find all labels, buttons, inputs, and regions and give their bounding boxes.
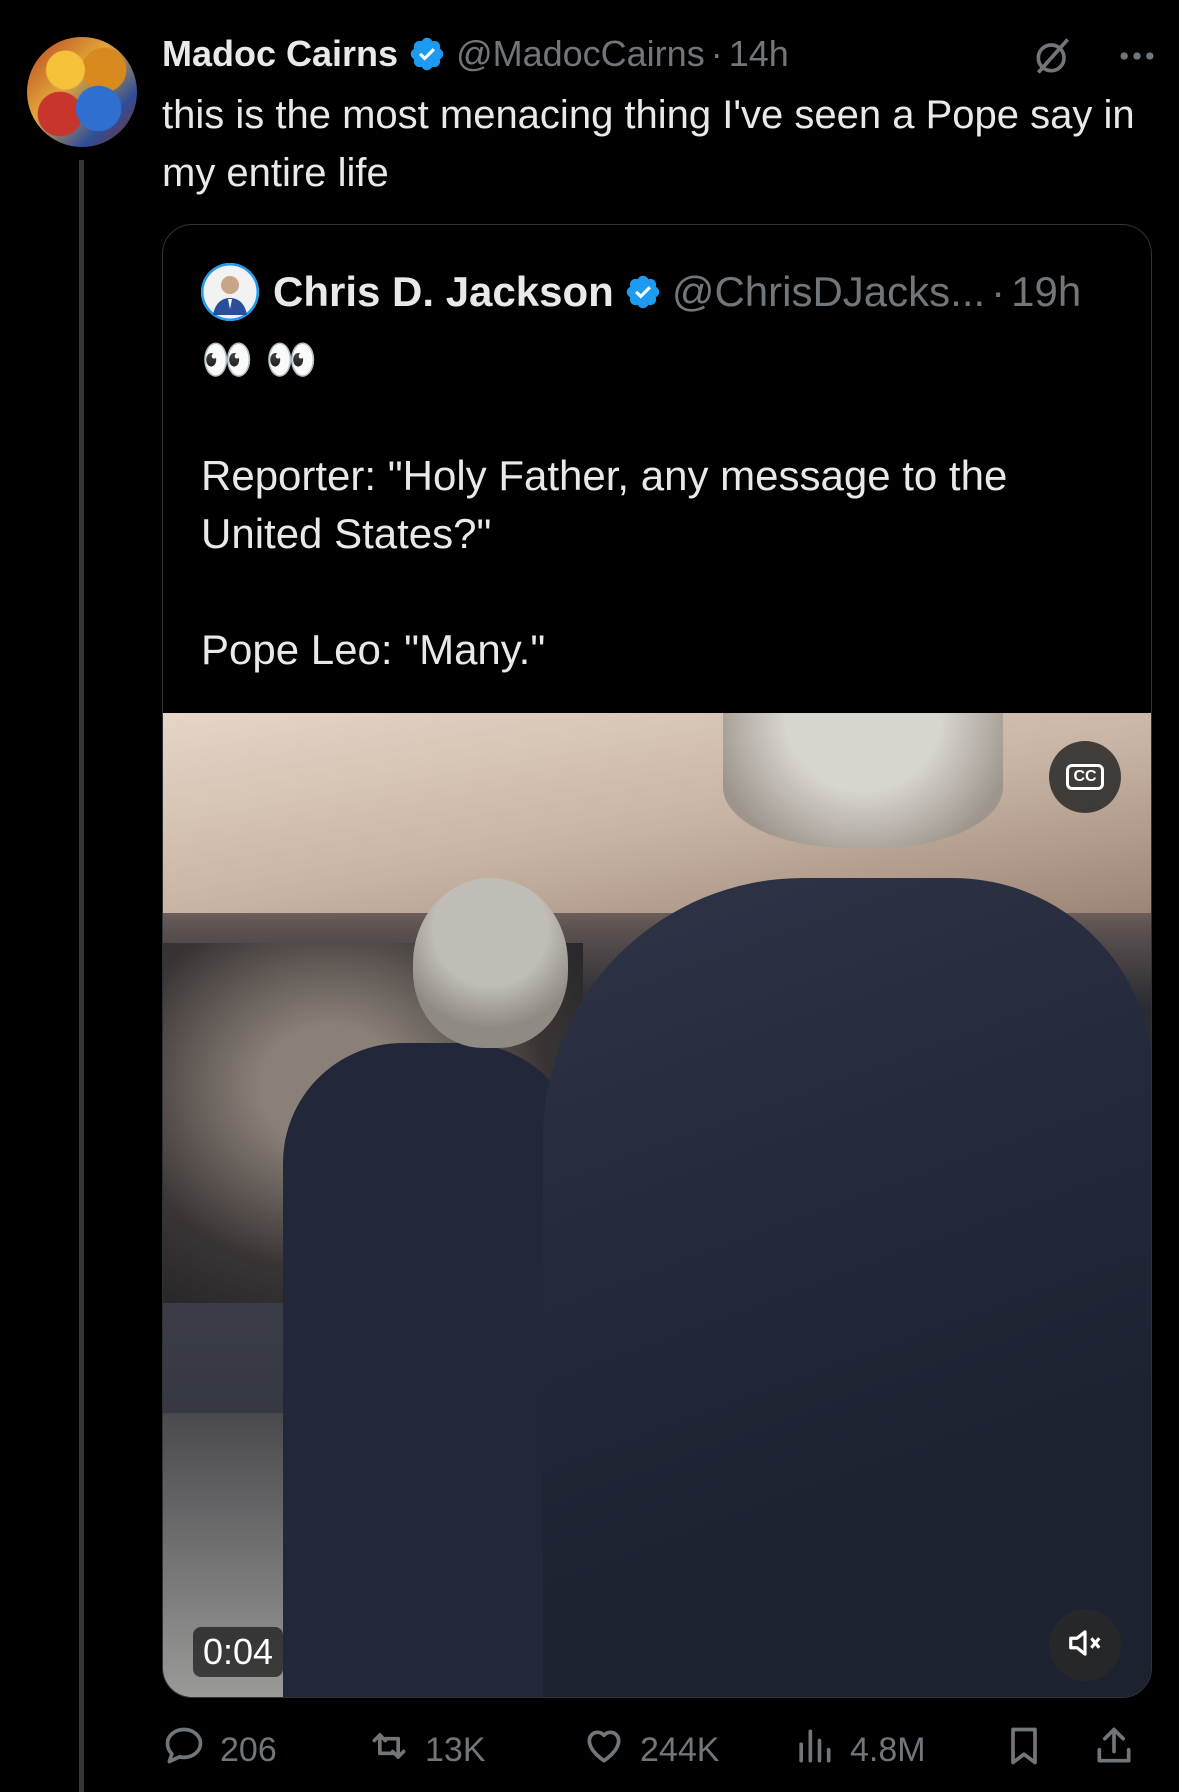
reply-icon: [162, 1724, 220, 1777]
views-count: 4.8M: [850, 1730, 926, 1769]
tweet-text: this is the most menacing thing I've see…: [162, 93, 1135, 195]
video-player[interactable]: CC 0:04: [163, 713, 1151, 1697]
post-time[interactable]: 14h: [729, 33, 789, 75]
repost-icon: [367, 1724, 425, 1777]
separator: ·: [710, 33, 723, 74]
tweet-menu: [1031, 34, 1159, 83]
quote-line-pope: Pope Leo: "Many.": [201, 626, 546, 673]
quote-line-reporter: Reporter: "Holy Father, any message to t…: [201, 452, 1008, 557]
author-avatar[interactable]: [27, 37, 137, 147]
repost-count: 13K: [425, 1730, 486, 1769]
views-icon: [792, 1724, 850, 1777]
verified-badge-icon: [408, 35, 446, 73]
quote-avatar[interactable]: [201, 263, 259, 321]
video-scene-head: [723, 713, 1003, 848]
captions-button[interactable]: CC: [1049, 741, 1121, 813]
separator: ·: [991, 268, 1006, 315]
video-timestamp: 0:04: [193, 1627, 284, 1677]
mute-icon: [1066, 1624, 1104, 1667]
quote-author-name[interactable]: Chris D. Jackson: [273, 268, 614, 316]
quote-text: 👀 👀 Reporter: "Holy Father, any message …: [201, 331, 1121, 679]
author-name[interactable]: Madoc Cairns: [162, 33, 398, 75]
quote-author-handle[interactable]: @ChrisDJacks...: [672, 268, 985, 316]
video-scene-person: [543, 878, 1151, 1697]
repost-button[interactable]: 13K: [367, 1725, 486, 1775]
like-count: 244K: [640, 1730, 720, 1769]
video-scene-head: [413, 878, 568, 1048]
share-icon: [1092, 1724, 1150, 1777]
verified-badge-icon: [624, 273, 662, 311]
mute-button[interactable]: [1049, 1609, 1121, 1681]
quote-emoji: 👀 👀: [201, 336, 318, 383]
reply-count: 206: [220, 1730, 277, 1769]
quote-time[interactable]: 19h: [1011, 268, 1081, 316]
bookmark-icon: [1002, 1724, 1060, 1777]
tweet-header: Madoc Cairns @MadocCairns · 14h: [162, 30, 789, 78]
views-button[interactable]: 4.8M: [792, 1725, 926, 1775]
thread-line: [79, 160, 84, 1792]
action-bar: 206 13K 244K 4.8M: [162, 1725, 1162, 1775]
like-icon: [582, 1724, 640, 1777]
cc-icon: CC: [1066, 764, 1104, 790]
bookmark-button[interactable]: [1002, 1725, 1060, 1775]
video-scene-person: [283, 1043, 583, 1697]
author-handle[interactable]: @MadocCairns: [456, 33, 705, 75]
reply-button[interactable]: 206: [162, 1725, 277, 1775]
quote-tweet[interactable]: Chris D. Jackson @ChrisDJacks... · 19h 👀…: [162, 224, 1152, 1698]
grok-icon[interactable]: [1031, 34, 1075, 83]
quote-header: Chris D. Jackson @ChrisDJacks... · 19h: [201, 263, 1081, 321]
like-button[interactable]: 244K: [582, 1725, 719, 1775]
more-icon[interactable]: [1115, 34, 1159, 83]
share-button[interactable]: [1092, 1725, 1150, 1775]
